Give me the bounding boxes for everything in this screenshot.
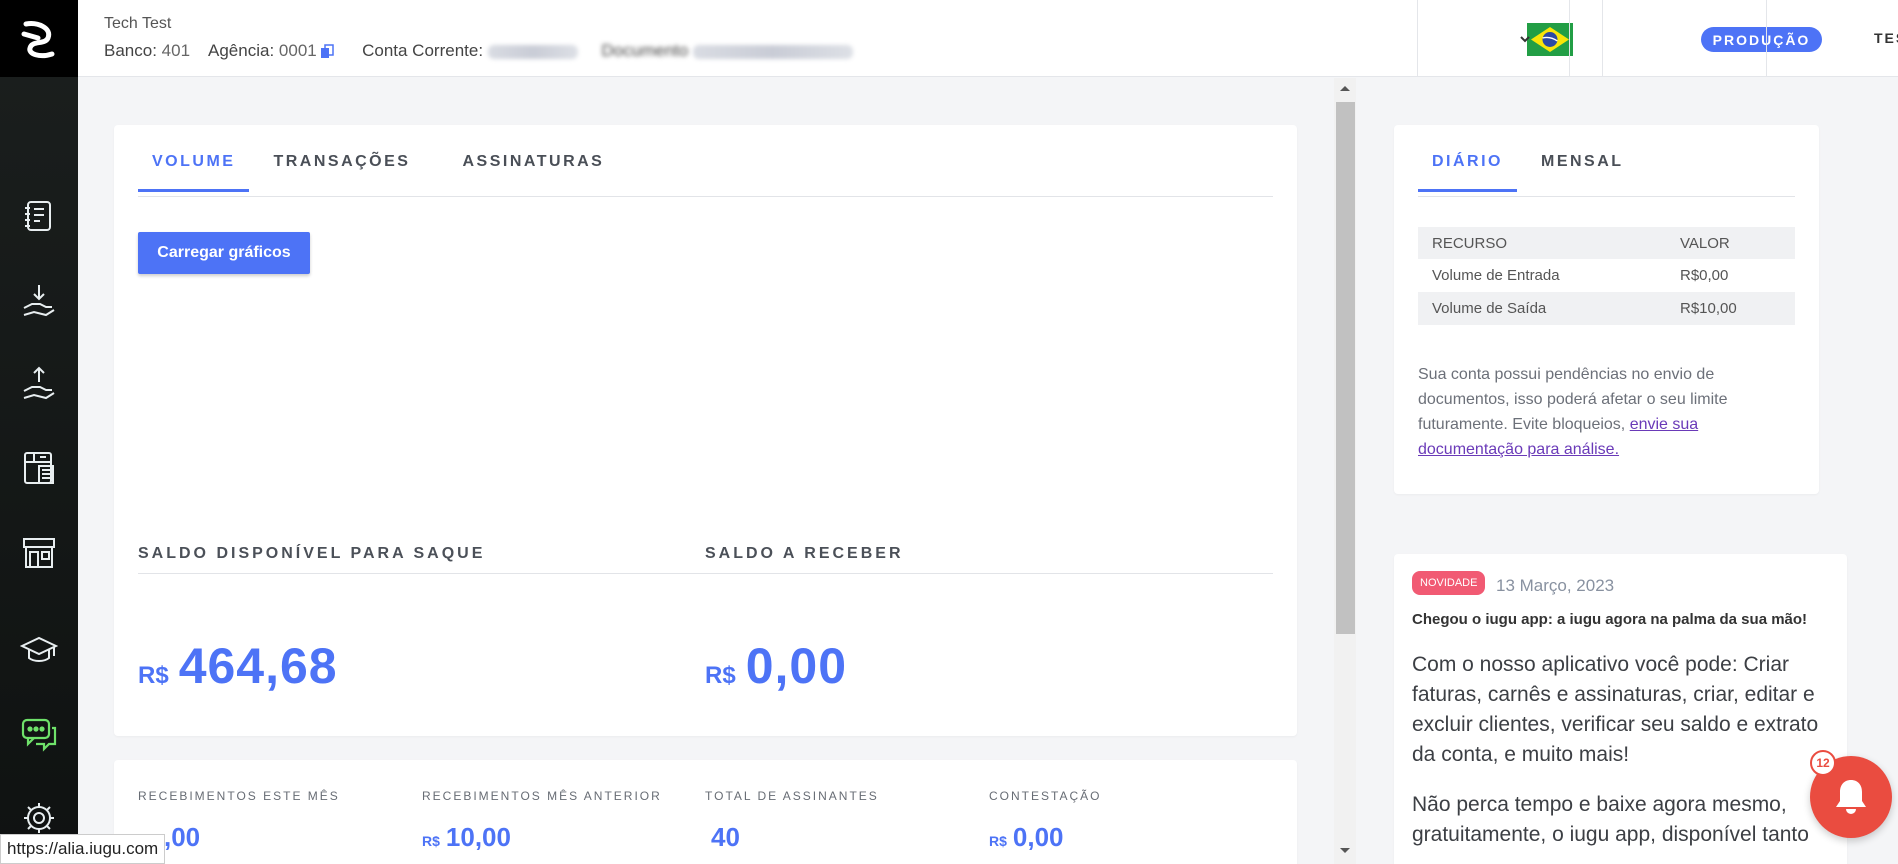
calculator-icon[interactable] bbox=[19, 448, 59, 488]
news-paragraph: Não perca tempo e baixe agora mesmo, gra… bbox=[1412, 793, 1809, 846]
sidebar bbox=[0, 0, 78, 864]
graduation-icon[interactable] bbox=[19, 630, 59, 670]
ledger-icon[interactable] bbox=[19, 196, 59, 236]
user-menu[interactable]: TESTE bbox=[1874, 30, 1898, 46]
amount: 0,00 bbox=[745, 638, 848, 694]
divider bbox=[1417, 0, 1418, 77]
amount: 40 bbox=[711, 822, 740, 852]
tab-volume[interactable]: VOLUME bbox=[138, 153, 250, 192]
stat-value: R$ 0,00 bbox=[989, 822, 1064, 853]
conta-label: Conta Corrente: bbox=[362, 41, 484, 60]
amount: ,00 bbox=[164, 822, 201, 852]
tabs-divider bbox=[138, 196, 1273, 197]
chat-icon[interactable] bbox=[19, 715, 59, 755]
logo-icon[interactable] bbox=[0, 0, 78, 77]
table-cell: R$10,00 bbox=[1666, 292, 1795, 325]
resources-table: RECURSO VALOR Volume de Entrada R$0,00 V… bbox=[1418, 227, 1795, 325]
amount: 0,00 bbox=[1012, 822, 1064, 852]
documento-label: Documento bbox=[601, 41, 689, 60]
documento-value-redacted bbox=[693, 44, 854, 59]
store-icon[interactable] bbox=[19, 532, 59, 572]
stat-label: RECEBIMENTOS ESTE MÊS bbox=[138, 789, 340, 803]
volume-tabs: VOLUME TRANSAÇÕES ASSINATURAS bbox=[138, 153, 604, 192]
divider bbox=[1766, 0, 1767, 77]
gear-icon[interactable] bbox=[19, 798, 59, 838]
copy-icon[interactable] bbox=[320, 44, 334, 59]
currency-symbol: R$ bbox=[705, 662, 736, 689]
account-info: Banco: 401 Agência: 0001 Conta Corrente:… bbox=[104, 41, 854, 61]
scrollbar-thumb[interactable] bbox=[1336, 102, 1355, 634]
news-card: NOVIDADE 13 Março, 2023 Chegou o iugu ap… bbox=[1394, 554, 1847, 864]
table-cell: Volume de Entrada bbox=[1432, 267, 1560, 284]
table-row: Volume de Entrada R$0,00 bbox=[1418, 259, 1795, 292]
top-header: Tech Test Banco: 401 Agência: 0001 Conta… bbox=[78, 0, 1898, 77]
divider bbox=[1569, 0, 1570, 77]
tab-transacoes[interactable]: TRANSAÇÕES bbox=[273, 153, 410, 192]
resources-card: DIÁRIO MENSAL RECURSO VALOR Volume de En… bbox=[1394, 125, 1819, 494]
table-cell: R$0,00 bbox=[1680, 267, 1729, 284]
amount: 464,68 bbox=[178, 638, 338, 694]
saldo-receber-label: SALDO A RECEBER bbox=[705, 545, 904, 562]
send-icon[interactable] bbox=[19, 364, 59, 404]
status-bar-url: https://alia.iugu.com bbox=[0, 834, 166, 864]
stat-label: TOTAL DE ASSINANTES bbox=[705, 789, 879, 803]
novidade-badge: NOVIDADE bbox=[1412, 571, 1486, 595]
language-chevron-down-icon[interactable] bbox=[1518, 32, 1532, 46]
divider bbox=[1602, 0, 1603, 77]
company-name: Tech Test bbox=[104, 15, 172, 32]
column-header: RECURSO bbox=[1418, 227, 1666, 259]
scroll-up-arrow-icon[interactable] bbox=[1338, 83, 1352, 93]
tab-assinaturas[interactable]: ASSINATURAS bbox=[462, 153, 604, 192]
tab-mensal[interactable]: MENSAL bbox=[1541, 153, 1624, 192]
environment-badge[interactable]: PRODUÇÃO bbox=[1701, 27, 1822, 52]
currency-symbol: R$ bbox=[138, 662, 169, 689]
currency-symbol: R$ bbox=[422, 833, 440, 849]
load-charts-button[interactable]: Carregar gráficos bbox=[138, 232, 310, 274]
bell-icon bbox=[1836, 780, 1866, 814]
stat-value: 40 bbox=[705, 822, 740, 853]
news-date: 13 Março, 2023 bbox=[1496, 576, 1615, 595]
saldo-disponivel-label: SALDO DISPONÍVEL PARA SAQUE bbox=[138, 545, 486, 562]
receive-icon[interactable] bbox=[19, 281, 59, 321]
conta-value-redacted bbox=[487, 44, 578, 59]
banco-value: 401 bbox=[161, 41, 191, 60]
balance-divider bbox=[138, 573, 1273, 574]
period-tabs: DIÁRIO MENSAL bbox=[1418, 153, 1624, 192]
table-row: Volume de Saída R$10,00 bbox=[1418, 292, 1795, 325]
amount: 10,00 bbox=[445, 822, 511, 852]
stats-card: RECEBIMENTOS ESTE MÊS ,00 RECEBIMENTOS M… bbox=[114, 760, 1297, 864]
documents-pending-note: Sua conta possui pendências no envio de … bbox=[1418, 362, 1788, 462]
tabs-divider bbox=[1418, 196, 1795, 197]
tab-diario[interactable]: DIÁRIO bbox=[1418, 153, 1517, 192]
saldo-disponivel-value: R$ 464,68 bbox=[138, 637, 338, 695]
currency-symbol: R$ bbox=[989, 833, 1007, 849]
news-paragraph: Com o nosso aplicativo você pode: Criar … bbox=[1412, 653, 1819, 766]
saldo-receber-value: R$ 0,00 bbox=[705, 637, 847, 695]
logo-mark bbox=[21, 20, 55, 58]
scroll-down-arrow-icon[interactable] bbox=[1338, 846, 1352, 856]
volume-card: VOLUME TRANSAÇÕES ASSINATURAS Carregar g… bbox=[114, 125, 1297, 736]
news-title: Chegou o iugu app: a iugu agora na palma… bbox=[1412, 611, 1808, 628]
stat-label: CONTESTAÇÃO bbox=[989, 789, 1102, 803]
column-header: VALOR bbox=[1666, 227, 1795, 259]
agencia-value: 0001 bbox=[278, 41, 317, 60]
brazil-flag-icon[interactable] bbox=[1527, 23, 1573, 56]
notification-count-badge: 12 bbox=[1810, 750, 1836, 776]
stat-label: RECEBIMENTOS MÊS ANTERIOR bbox=[422, 789, 662, 803]
table-cell: Volume de Saída bbox=[1418, 292, 1666, 325]
agencia-label: Agência: bbox=[208, 41, 275, 60]
table-header-row: RECURSO VALOR bbox=[1418, 227, 1795, 259]
banco-label: Banco: bbox=[104, 41, 157, 60]
stat-value: R$ 10,00 bbox=[422, 822, 511, 853]
